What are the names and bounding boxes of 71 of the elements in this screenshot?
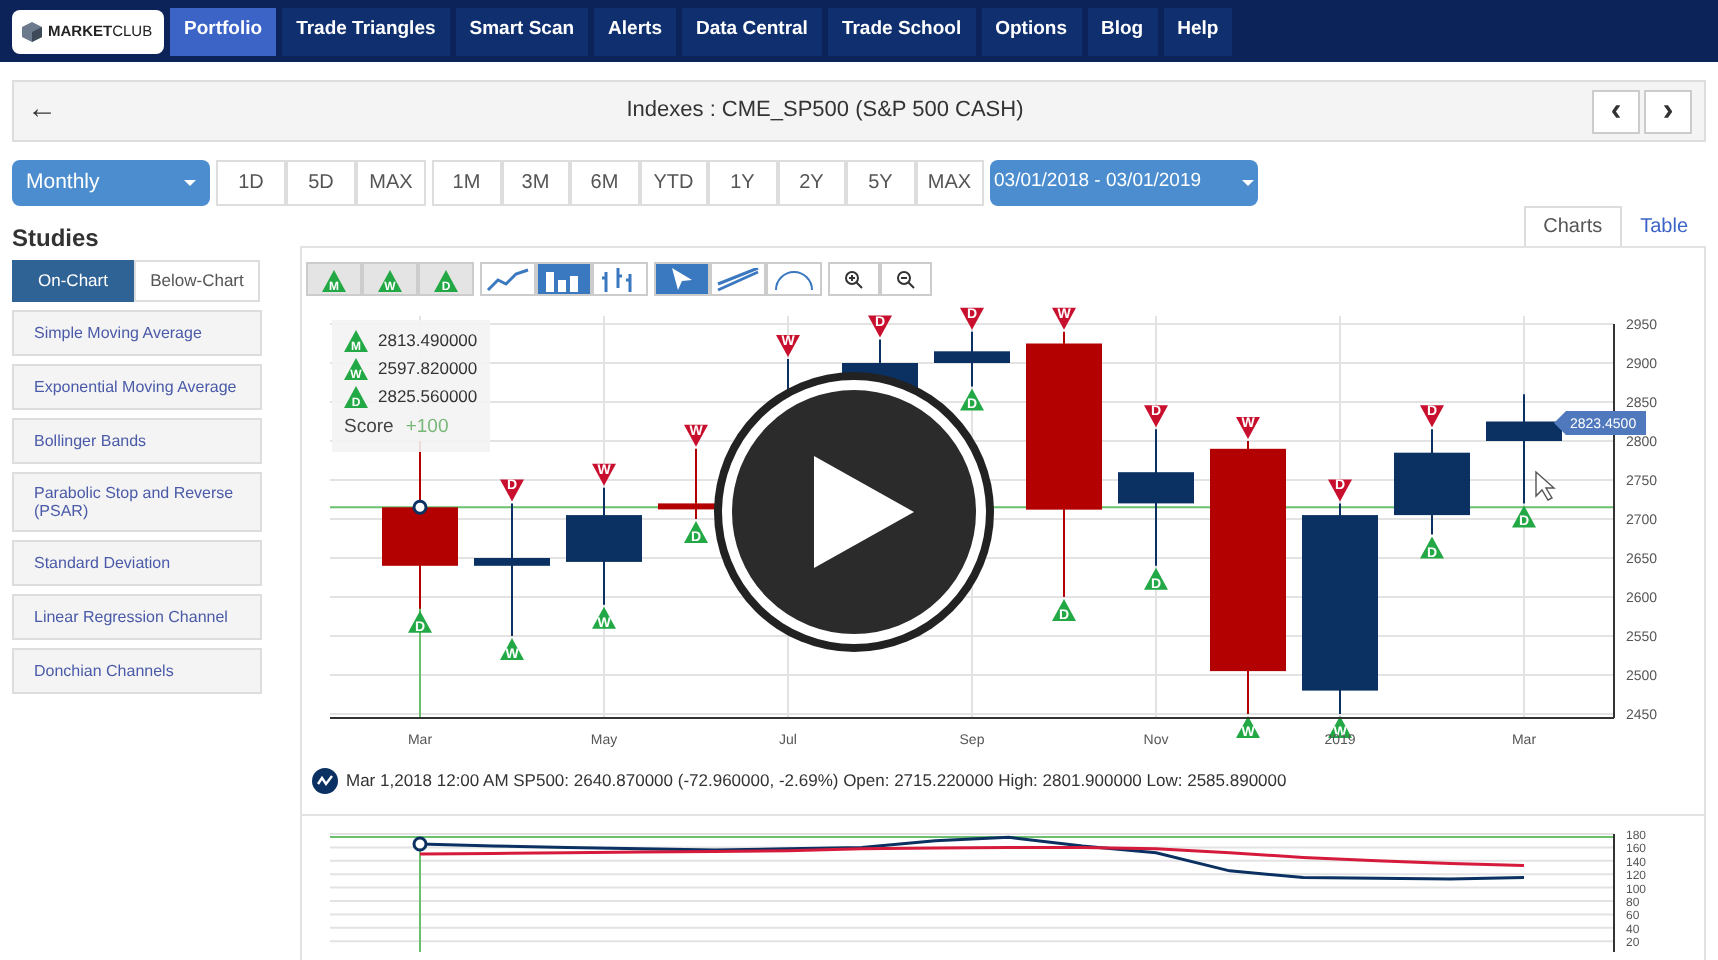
candlestick (474, 502, 550, 637)
period-button[interactable]: MAX (915, 160, 984, 206)
period-button[interactable]: 5D (286, 160, 356, 206)
zoom-in-icon (844, 269, 864, 289)
period-button[interactable]: 1M (432, 160, 501, 206)
score-value: +100 (405, 414, 449, 443)
period-button[interactable]: 3M (501, 160, 570, 206)
next-button[interactable]: › (1644, 89, 1692, 133)
previous-button[interactable]: ‹ (1592, 89, 1640, 133)
caret-icon (1242, 179, 1254, 187)
period-button[interactable]: 2Y (777, 160, 846, 206)
study-item[interactable]: Exponential Moving Average (12, 364, 262, 410)
study-item[interactable]: Linear Regression Channel (12, 594, 262, 640)
study-item[interactable]: Standard Deviation (12, 540, 262, 586)
zoom-out-icon (896, 269, 916, 289)
zoom-out-button[interactable] (880, 262, 932, 296)
period-button[interactable]: YTD (639, 160, 708, 206)
period-button[interactable]: MAX (356, 160, 426, 206)
study-item[interactable]: Parabolic Stop and Reverse (PSAR) (12, 472, 262, 532)
nav-item[interactable]: Smart Scan (455, 7, 589, 55)
nav-item[interactable]: Trade Triangles (282, 7, 450, 55)
price-info-line: Mar 1,2018 12:00 AM SP500: 2640.870000 (-72.960000, -2.69%) Open: 2715.220000 High: 2801.900000 Low: 2585.890000 (346, 767, 1287, 793)
period-button[interactable]: 1D (216, 160, 286, 206)
cursor-icon (670, 266, 694, 292)
score-label: Score (344, 414, 394, 443)
studies-heading: Studies (12, 222, 101, 256)
study-item[interactable]: Simple Moving Average (12, 310, 262, 356)
signal-value: 2813.490000 (378, 328, 478, 354)
drawing-tool-button[interactable] (654, 262, 710, 296)
crosshair-point (412, 836, 428, 852)
back-button[interactable]: ← (26, 88, 58, 134)
candlestick (1118, 428, 1194, 567)
studies-tab[interactable]: Below-Chart (134, 260, 260, 302)
period-button[interactable]: 6M (570, 160, 639, 206)
candlestick (1486, 393, 1562, 505)
candlestick (566, 486, 642, 606)
chart-type-button[interactable] (536, 262, 592, 296)
fibonacci-icon (774, 267, 814, 291)
symbol-title: Indexes : CME_SP500 (S&P 500 CASH) (624, 96, 1026, 127)
nav-item[interactable]: Portfolio (170, 7, 277, 55)
candlestick (934, 330, 1010, 388)
chart-type-button[interactable] (592, 262, 648, 296)
period-button[interactable]: 5Y (846, 160, 915, 206)
mouse-cursor-icon (1535, 470, 1556, 501)
trendline-icon (716, 267, 760, 291)
candlestick (1394, 428, 1470, 536)
zoom-in-button[interactable] (828, 262, 880, 296)
study-item[interactable]: Donchian Channels (12, 648, 262, 694)
y-axis (1613, 833, 1615, 952)
signal-value: 2597.820000 (378, 355, 478, 381)
line-chart-icon (486, 267, 530, 291)
nav-item[interactable]: Data Central (681, 7, 822, 55)
chart-type-button[interactable] (480, 262, 536, 296)
cube-logo-icon (22, 21, 42, 41)
play-icon (814, 456, 914, 568)
signal-value: 2825.560000 (378, 383, 478, 409)
view-tab[interactable]: Table (1622, 206, 1706, 246)
nav-item[interactable]: Trade School (827, 7, 976, 55)
nav-item[interactable]: Blog (1087, 7, 1158, 55)
bar-chart-icon (544, 267, 584, 291)
drawing-tool-button[interactable] (766, 262, 822, 296)
drawing-tool-button[interactable] (710, 262, 766, 296)
caret-icon (184, 179, 196, 187)
crosshair-point (412, 499, 428, 515)
studies-tab[interactable]: On-Chart (12, 260, 134, 302)
view-tab[interactable]: Charts (1523, 206, 1623, 246)
nav-item[interactable]: Help (1163, 7, 1233, 55)
nav-item[interactable]: Alerts (594, 7, 676, 55)
period-button[interactable]: 1Y (708, 160, 777, 206)
study-item[interactable]: Bollinger Bands (12, 418, 262, 464)
nav-item[interactable]: Options (981, 7, 1081, 55)
